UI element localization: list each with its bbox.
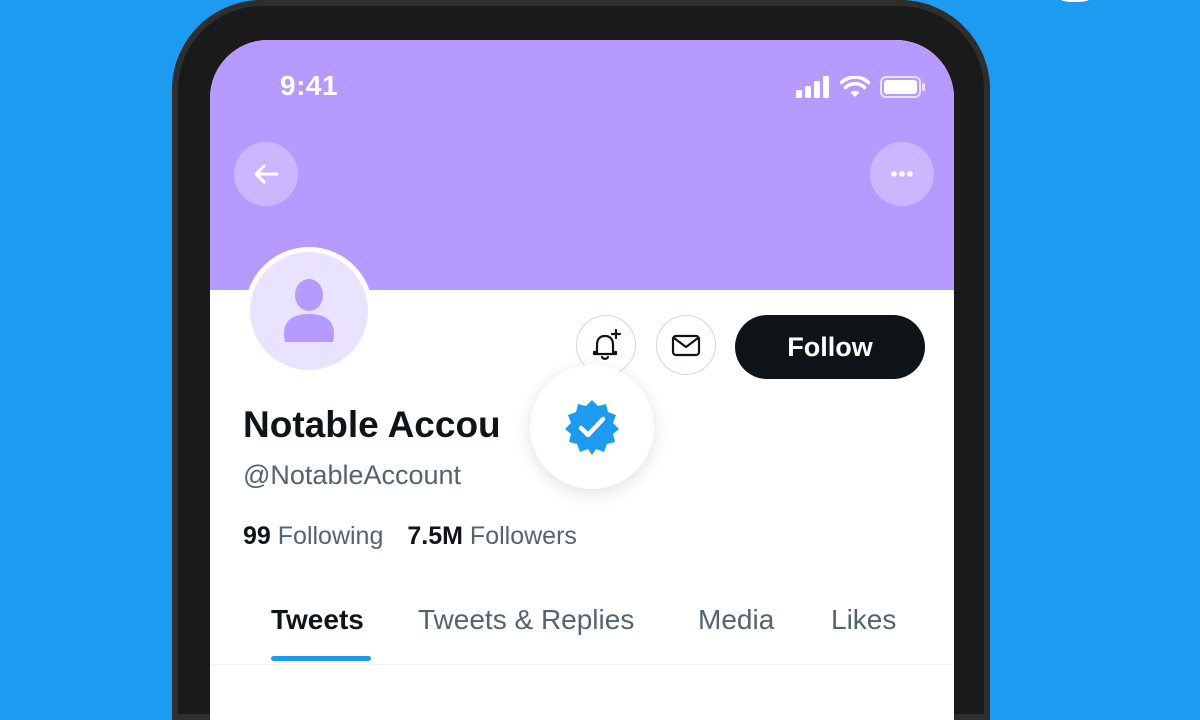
profile-tabs: Tweets Tweets & Replies Media Likes [210,600,954,665]
more-icon [891,171,913,177]
follow-stats: 99 Following 7.5M Followers [243,522,577,551]
corner-logo-shape [1040,0,1110,2]
following-label: Following [277,522,384,550]
person-icon [284,279,334,342]
followers-count: 7.5M [407,522,463,550]
followers-stat[interactable]: 7.5M Followers [407,522,577,551]
message-button[interactable] [656,315,716,375]
status-icons [796,76,926,98]
tab-tweets-replies[interactable]: Tweets & Replies [418,604,634,636]
profile-handle: @NotableAccount [243,460,462,490]
verified-badge-popout[interactable] [530,365,654,489]
avatar[interactable] [245,247,373,375]
wifi-icon [840,76,870,97]
display-name: Notable Accou [243,404,501,445]
bell-plus-icon [592,328,622,360]
signal-icon [796,76,829,98]
status-time: 9:41 [280,70,339,101]
back-button[interactable] [234,142,298,206]
phone-screen: 9:41 Follow Notable Accou @NotableAccoun… [210,40,954,720]
tab-tweets[interactable]: Tweets [271,604,364,636]
envelope-icon [671,334,701,357]
following-stat[interactable]: 99 Following [243,522,383,551]
avatar-placeholder [250,252,368,370]
tab-media[interactable]: Media [698,604,774,636]
tab-likes[interactable]: Likes [831,604,896,636]
more-options-button[interactable] [870,142,934,206]
follow-button[interactable]: Follow [735,315,925,379]
battery-icon [880,76,925,98]
active-tab-indicator [271,656,371,661]
verified-badge-icon [565,400,619,455]
following-count: 99 [243,522,271,550]
arrow-left-icon [254,164,279,184]
followers-label: Followers [469,522,577,550]
